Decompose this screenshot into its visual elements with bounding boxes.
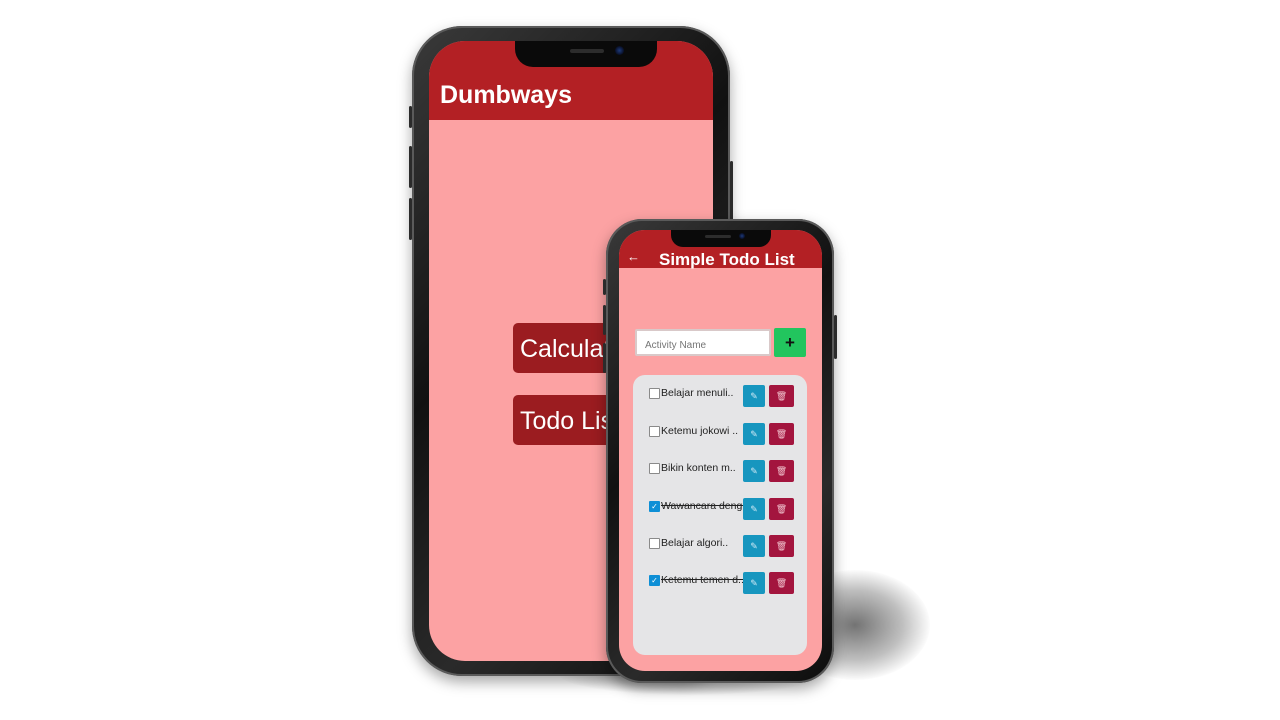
pencil-icon: ✎	[750, 578, 758, 588]
side-button	[603, 279, 606, 295]
notch	[515, 41, 657, 67]
todo-text: Bikin konten m..	[661, 462, 736, 474]
edit-button[interactable]: ✎	[743, 535, 765, 557]
list-item: Bikin konten m.. ✎ 🗑	[633, 460, 807, 484]
edit-button[interactable]: ✎	[743, 423, 765, 445]
side-button	[834, 315, 837, 359]
todo-checkbox[interactable]: ✓	[649, 501, 660, 512]
todo-screen: ← Simple Todo List + Belajar menuli.. ✎ …	[619, 230, 822, 671]
activity-name-input[interactable]	[635, 329, 771, 356]
phone-todo: ← Simple Todo List + Belajar menuli.. ✎ …	[603, 219, 837, 683]
notch	[671, 230, 771, 247]
trash-icon: 🗑	[775, 429, 788, 439]
todo-text: Wawancara deng..	[661, 500, 743, 512]
app-title: Simple Todo List	[659, 250, 795, 269]
todo-checkbox[interactable]: ✓	[649, 575, 660, 586]
delete-button[interactable]: 🗑	[769, 572, 794, 594]
todo-checkbox[interactable]	[649, 388, 660, 399]
edit-button[interactable]: ✎	[743, 385, 765, 407]
app-title: Dumbways	[440, 81, 572, 109]
side-button	[409, 106, 412, 128]
todo-text: Ketemu temen d..	[661, 574, 743, 586]
pencil-icon: ✎	[750, 429, 758, 439]
list-item: ✓ Ketemu temen d.. ✎ 🗑	[633, 572, 807, 596]
edit-button[interactable]: ✎	[743, 572, 765, 594]
delete-button[interactable]: 🗑	[769, 535, 794, 557]
trash-icon: 🗑	[775, 504, 788, 514]
trash-icon: 🗑	[775, 578, 788, 588]
todo-text: Ketemu jokowi ..	[661, 425, 739, 437]
delete-button[interactable]: 🗑	[769, 498, 794, 520]
side-button	[409, 146, 412, 188]
side-button	[730, 161, 733, 223]
side-button	[603, 343, 606, 373]
todo-checkbox[interactable]	[649, 426, 660, 437]
trash-icon: 🗑	[775, 466, 788, 476]
todo-checkbox[interactable]	[649, 463, 660, 474]
delete-button[interactable]: 🗑	[769, 385, 794, 407]
list-item: ✓ Wawancara deng.. ✎ 🗑	[633, 498, 807, 522]
side-button	[409, 198, 412, 240]
todo-text: Belajar algori..	[661, 537, 729, 549]
list-item: Belajar menuli.. ✎ 🗑	[633, 385, 807, 409]
todo-text: Belajar menuli..	[661, 387, 734, 399]
trash-icon: 🗑	[775, 391, 788, 401]
todo-checkbox[interactable]	[649, 538, 660, 549]
add-button[interactable]: +	[774, 328, 806, 357]
speaker	[570, 49, 604, 53]
pencil-icon: ✎	[750, 391, 758, 401]
todo-list: Belajar menuli.. ✎ 🗑 Ketemu jokowi .. ✎ …	[633, 375, 807, 655]
list-item: Ketemu jokowi .. ✎ 🗑	[633, 423, 807, 447]
edit-button[interactable]: ✎	[743, 460, 765, 482]
trash-icon: 🗑	[775, 541, 788, 551]
pencil-icon: ✎	[750, 541, 758, 551]
pencil-icon: ✎	[750, 466, 758, 476]
side-button	[603, 305, 606, 335]
speaker	[705, 235, 731, 238]
delete-button[interactable]: 🗑	[769, 460, 794, 482]
camera-icon	[739, 233, 745, 239]
arrow-left-icon[interactable]: ←	[627, 250, 640, 263]
edit-button[interactable]: ✎	[743, 498, 765, 520]
pencil-icon: ✎	[750, 504, 758, 514]
list-item: Belajar algori.. ✎ 🗑	[633, 535, 807, 559]
delete-button[interactable]: 🗑	[769, 423, 794, 445]
camera-icon	[615, 46, 624, 55]
